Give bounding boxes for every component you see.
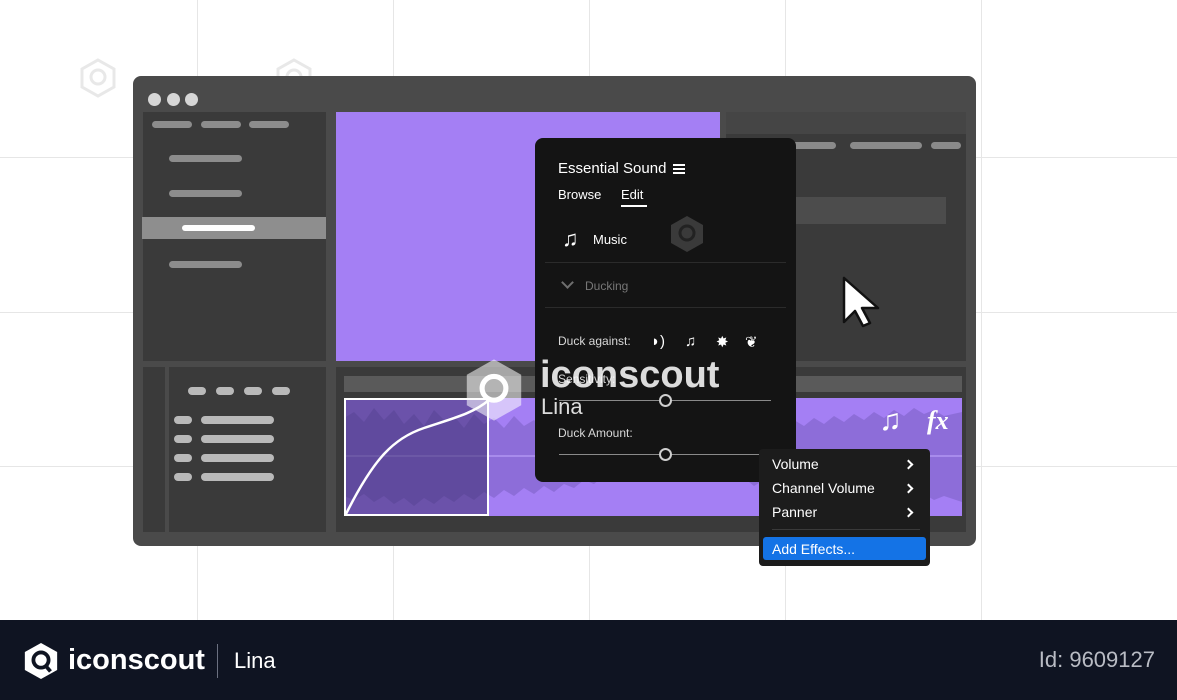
- dialogue-icon[interactable]: ◗): [651, 333, 665, 350]
- hamburger-menu-icon[interactable]: [673, 164, 685, 174]
- section-ducking[interactable]: Ducking: [585, 279, 628, 293]
- menu-item-panner[interactable]: Panner: [759, 501, 930, 523]
- menu-item-label: Channel Volume: [772, 480, 875, 496]
- list-item[interactable]: [201, 416, 274, 424]
- panel-tab[interactable]: [249, 121, 289, 128]
- panel-tab[interactable]: [201, 121, 241, 128]
- sfx-burst-icon[interactable]: ✸: [716, 333, 729, 351]
- chevron-right-icon: [903, 483, 914, 494]
- fx-icon[interactable]: fx: [927, 406, 949, 436]
- watermark-logo-icon: [80, 58, 116, 98]
- list-bullet: [174, 473, 192, 481]
- panel-dot[interactable]: [244, 387, 262, 395]
- music-note-icon[interactable]: ♫: [685, 333, 696, 350]
- tab-edit[interactable]: Edit: [621, 187, 643, 202]
- watermark-author: Lina: [541, 394, 583, 419]
- list-item[interactable]: [201, 435, 274, 443]
- essential-sound-panel: Essential Sound Browse Edit ♫ Music Duck…: [535, 138, 796, 482]
- list-item[interactable]: [201, 473, 274, 481]
- list-bullet: [174, 416, 192, 424]
- chevron-down-icon[interactable]: [561, 276, 574, 289]
- panel-title: Essential Sound: [558, 160, 667, 177]
- context-menu: Volume Channel Volume Panner Add Effects…: [759, 449, 930, 566]
- tools-strip: [143, 367, 165, 532]
- window-zoom-dot[interactable]: [185, 93, 198, 106]
- menu-divider: [772, 529, 920, 530]
- window-close-dot[interactable]: [148, 93, 161, 106]
- window-minimize-dot[interactable]: [167, 93, 180, 106]
- illustration-stage: ♫ fx Essential Sound Browse Edit ♫ Music…: [0, 0, 1177, 700]
- divider: [545, 307, 786, 308]
- panel-tab[interactable]: [850, 142, 922, 149]
- chevron-right-icon: [903, 459, 914, 470]
- menu-item-volume[interactable]: Volume: [759, 453, 930, 475]
- grid-line: [981, 0, 982, 620]
- duck-amount-slider-thumb[interactable]: [658, 448, 672, 461]
- duck-amount-label: Duck Amount:: [558, 426, 633, 440]
- footer-id: Id: 9609127: [1038, 647, 1155, 672]
- panel-tab[interactable]: [931, 142, 961, 149]
- tab-browse[interactable]: Browse: [558, 187, 601, 202]
- duck-against-label: Duck against:: [558, 334, 631, 348]
- music-note-icon[interactable]: ♫: [879, 404, 902, 438]
- list-bullet: [174, 454, 192, 462]
- watermark-logo-icon: [671, 216, 703, 252]
- list-bullet: [174, 435, 192, 443]
- chevron-right-icon: [903, 507, 914, 518]
- panel-dot[interactable]: [188, 387, 206, 395]
- media-browser-panel: [169, 367, 326, 532]
- music-note-icon: ♫: [562, 226, 579, 251]
- menu-item-label: Add Effects...: [772, 541, 856, 557]
- menu-item-label: Volume: [772, 456, 819, 472]
- divider: [545, 262, 786, 263]
- menu-item-add-effects[interactable]: Add Effects...: [763, 537, 926, 560]
- iconscout-logo-icon: [24, 642, 58, 680]
- right-panel-field[interactable]: [796, 197, 946, 224]
- sidebar-item[interactable]: [169, 155, 242, 162]
- footer-divider: [217, 644, 218, 678]
- list-item[interactable]: [201, 454, 274, 462]
- ambience-leaf-icon[interactable]: ❦: [745, 333, 758, 351]
- footer-brand: iconscout: [68, 644, 205, 676]
- tab-edit-underline: [621, 205, 647, 207]
- panel-dot[interactable]: [216, 387, 234, 395]
- watermark-brand: iconscout: [540, 354, 720, 396]
- sidebar-item-label: [182, 225, 255, 231]
- sidebar-item[interactable]: [169, 261, 242, 268]
- panel-dot[interactable]: [272, 387, 290, 395]
- right-panel-header: [726, 112, 966, 134]
- sidebar-item[interactable]: [169, 190, 242, 197]
- watermark-logo-icon: [466, 359, 522, 421]
- sidebar-item-selected[interactable]: [142, 217, 326, 239]
- menu-item-label: Panner: [772, 504, 818, 520]
- footer-author: Lina: [234, 648, 276, 673]
- panel-tab[interactable]: [792, 142, 836, 149]
- menu-item-channel-volume[interactable]: Channel Volume: [759, 477, 930, 499]
- panel-tab[interactable]: [152, 121, 192, 128]
- clip-type-label: Music: [593, 232, 627, 247]
- mouse-cursor-icon: [842, 276, 880, 328]
